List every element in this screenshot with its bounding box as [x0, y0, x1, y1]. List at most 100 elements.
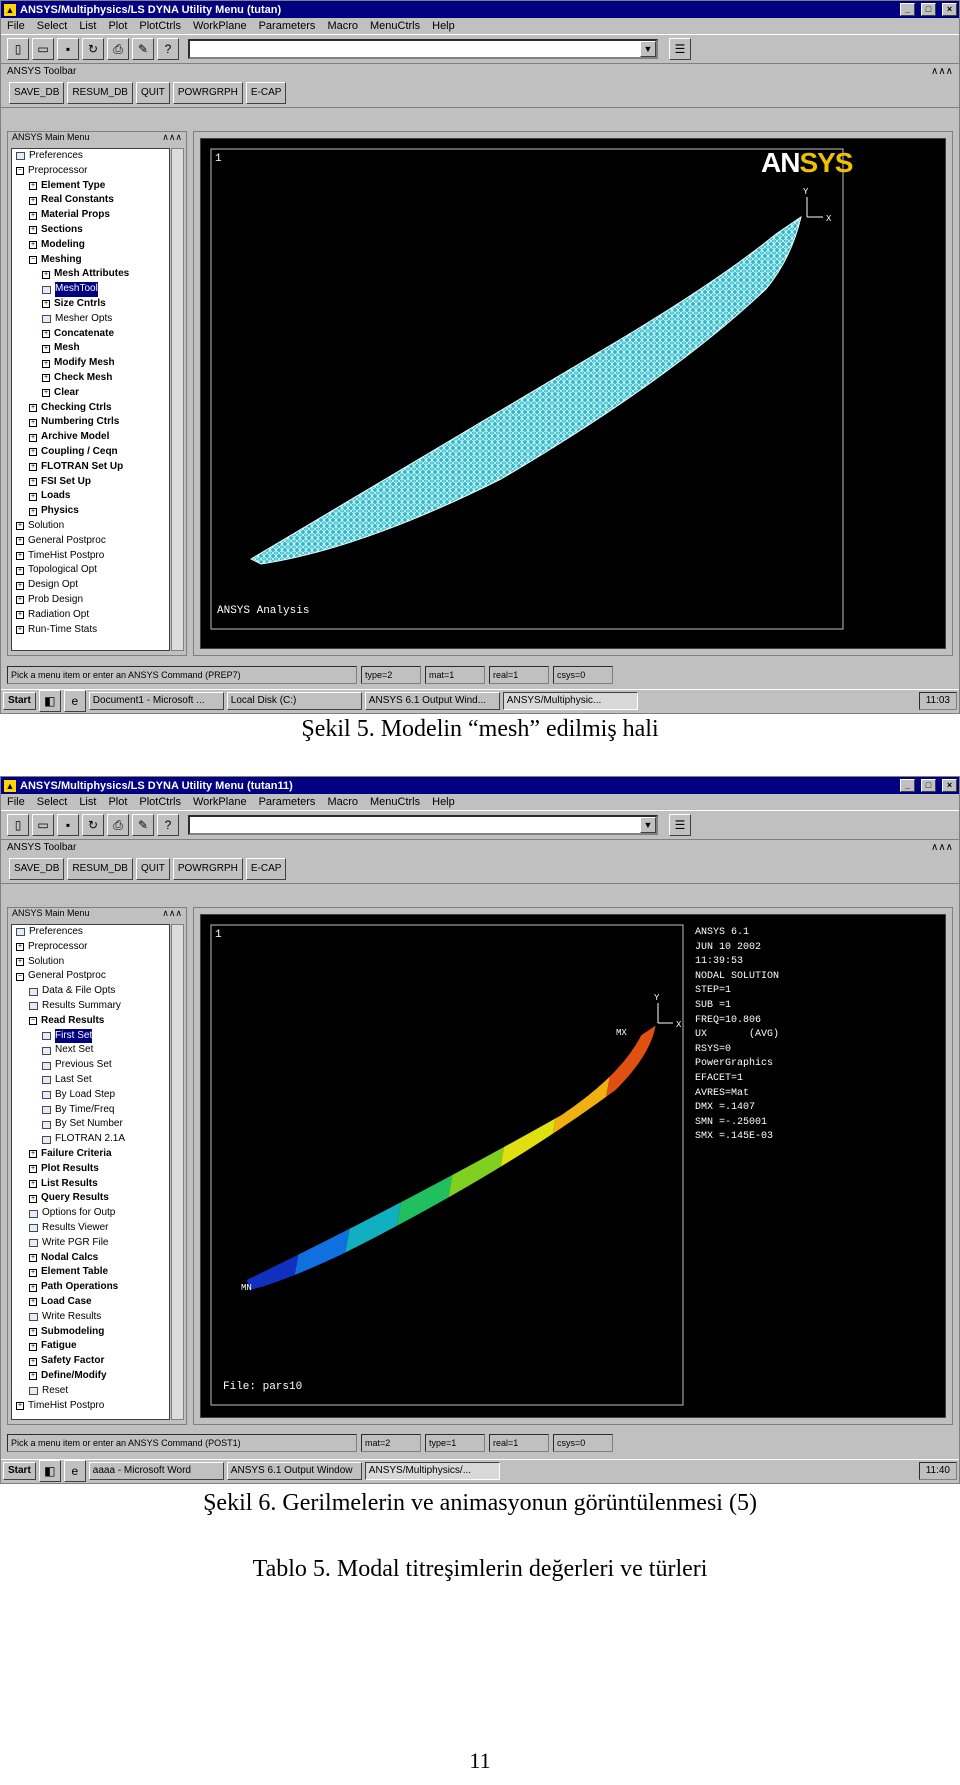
expand-icon[interactable]: +	[29, 1298, 37, 1307]
toolbar-button-quit[interactable]: QUIT	[135, 857, 170, 880]
collapse-icon[interactable]: −	[16, 972, 24, 981]
image-capture-icon[interactable]: ✎	[132, 38, 154, 60]
tree-item[interactable]: Results Summary	[12, 999, 169, 1014]
new-file-icon[interactable]: ▯	[7, 814, 29, 836]
tree-item[interactable]: + Fatigue	[12, 1339, 169, 1354]
expand-icon[interactable]: +	[29, 433, 37, 442]
print-icon[interactable]: ⎙	[107, 38, 129, 60]
menu-item-help[interactable]: Help	[432, 20, 455, 32]
graphics-screen[interactable]: Y X 1 MX MN ANSYS 6.1 JUN 10 2002 11:39:53…	[200, 914, 946, 1418]
tree-item[interactable]: − Preprocessor	[12, 164, 169, 179]
tree-item[interactable]: FLOTRAN 2.1A	[12, 1132, 169, 1147]
menu-item-plot[interactable]: Plot	[108, 796, 127, 808]
tree-item[interactable]: + Path Operations	[12, 1280, 169, 1295]
start-button[interactable]: Start	[3, 691, 36, 710]
close-button[interactable]: ×	[942, 3, 957, 16]
taskbar-item[interactable]: ANSYS 6.1 Output Window	[226, 1461, 362, 1480]
toolbar-button-save-db[interactable]: SAVE_DB	[9, 81, 65, 104]
expand-icon[interactable]: +	[29, 181, 37, 190]
tree-item[interactable]: Mesher Opts	[12, 312, 169, 327]
open-folder-icon[interactable]: ▭	[32, 38, 54, 60]
expand-icon[interactable]: +	[42, 389, 50, 398]
toolbar-button-resum-db[interactable]: RESUM_DB	[67, 857, 133, 880]
expand-icon[interactable]: +	[29, 1327, 37, 1336]
tree-item[interactable]: + Check Mesh	[12, 371, 169, 386]
tree-item[interactable]: MeshTool	[12, 282, 169, 297]
expand-icon[interactable]: +	[42, 359, 50, 368]
expand-icon[interactable]: +	[29, 241, 37, 250]
tree-item[interactable]: + FLOTRAN Set Up	[12, 460, 169, 475]
tree-item[interactable]: − General Postproc	[12, 969, 169, 984]
save-icon[interactable]: ▪	[57, 38, 79, 60]
menu-item-select[interactable]: Select	[37, 796, 68, 808]
image-capture-icon[interactable]: ✎	[132, 814, 154, 836]
tree-item[interactable]: + Mesh	[12, 341, 169, 356]
expand-icon[interactable]: +	[16, 581, 24, 590]
tree-item[interactable]: By Set Number	[12, 1117, 169, 1132]
menu-item-menuctrls[interactable]: MenuCtrls	[370, 796, 420, 808]
new-file-icon[interactable]: ▯	[7, 38, 29, 60]
tree-item[interactable]: + Prob Design	[12, 593, 169, 608]
minimize-button[interactable]: _	[900, 3, 915, 16]
tree-item[interactable]: Reset	[12, 1384, 169, 1399]
toolbar-button-e-cap[interactable]: E-CAP	[245, 81, 287, 104]
menu-item-workplane[interactable]: WorkPlane	[193, 20, 247, 32]
expand-icon[interactable]: +	[29, 1268, 37, 1277]
menu-item-list[interactable]: List	[79, 20, 96, 32]
tree-item[interactable]: + Submodeling	[12, 1325, 169, 1340]
command-input[interactable]: ▼	[188, 815, 658, 835]
expand-icon[interactable]: +	[16, 566, 24, 575]
taskbar-item[interactable]: ANSYS/Multiphysics/...	[364, 1461, 500, 1480]
tree-item[interactable]: + Safety Factor	[12, 1354, 169, 1369]
expand-icon[interactable]: +	[29, 418, 37, 427]
expand-icon[interactable]: +	[42, 344, 50, 353]
close-button[interactable]: ×	[942, 779, 957, 792]
menu-item-select[interactable]: Select	[37, 20, 68, 32]
tree-item[interactable]: + List Results	[12, 1177, 169, 1192]
expand-icon[interactable]: +	[16, 943, 24, 952]
toolbar-button-powrgrph[interactable]: POWRGRPH	[172, 81, 243, 104]
tree-item[interactable]: + Modify Mesh	[12, 356, 169, 371]
raise-hidden-icon[interactable]: ☰	[669, 814, 691, 836]
expand-icon[interactable]: +	[29, 492, 37, 501]
pan-zoom-icon[interactable]: ↻	[82, 38, 104, 60]
tree-item[interactable]: By Time/Freq	[12, 1103, 169, 1118]
menu-item-menuctrls[interactable]: MenuCtrls	[370, 20, 420, 32]
expand-icon[interactable]: +	[42, 329, 50, 338]
graphics-screen[interactable]: Y X 1 ANSYS ANSYS Analysis	[200, 138, 946, 649]
chevron-down-icon[interactable]: ▼	[640, 817, 656, 833]
tree-item[interactable]: + TimeHist Postpro	[12, 549, 169, 564]
expand-icon[interactable]: +	[16, 957, 24, 966]
expand-icon[interactable]: +	[29, 477, 37, 486]
tree-item[interactable]: + Load Case	[12, 1295, 169, 1310]
save-icon[interactable]: ▪	[57, 814, 79, 836]
tree-item[interactable]: + Size Cntrls	[12, 297, 169, 312]
menu-item-help[interactable]: Help	[432, 796, 455, 808]
menu-item-macro[interactable]: Macro	[327, 20, 358, 32]
tree-item[interactable]: + Preprocessor	[12, 940, 169, 955]
tree-item[interactable]: + FSI Set Up	[12, 475, 169, 490]
expand-icon[interactable]: +	[29, 1342, 37, 1351]
tree-item[interactable]: Data & File Opts	[12, 984, 169, 999]
tree-item[interactable]: + Loads	[12, 489, 169, 504]
tree-item[interactable]: Last Set	[12, 1073, 169, 1088]
tree-item[interactable]: + Topological Opt	[12, 563, 169, 578]
expand-icon[interactable]: +	[42, 270, 50, 279]
collapse-icon[interactable]: −	[29, 255, 37, 264]
collapse-icon[interactable]: ∧∧∧	[162, 132, 182, 146]
tree-item[interactable]: Options for Outp	[12, 1206, 169, 1221]
collapse-icon[interactable]: ∧∧∧	[931, 842, 953, 853]
expand-icon[interactable]: +	[29, 448, 37, 457]
ie-icon[interactable]: e	[63, 1459, 86, 1482]
tree-item[interactable]: + Checking Ctrls	[12, 401, 169, 416]
tree-item[interactable]: + Coupling / Ceqn	[12, 445, 169, 460]
expand-icon[interactable]: +	[29, 1357, 37, 1366]
tree-item[interactable]: Preferences	[12, 925, 169, 940]
tree-item[interactable]: Write Results	[12, 1310, 169, 1325]
expand-icon[interactable]: +	[16, 1401, 24, 1410]
expand-icon[interactable]: +	[29, 226, 37, 235]
tree-item[interactable]: + Solution	[12, 955, 169, 970]
collapse-icon[interactable]: −	[16, 167, 24, 176]
help-icon[interactable]: ?	[157, 38, 179, 60]
tree-item[interactable]: + Element Table	[12, 1265, 169, 1280]
